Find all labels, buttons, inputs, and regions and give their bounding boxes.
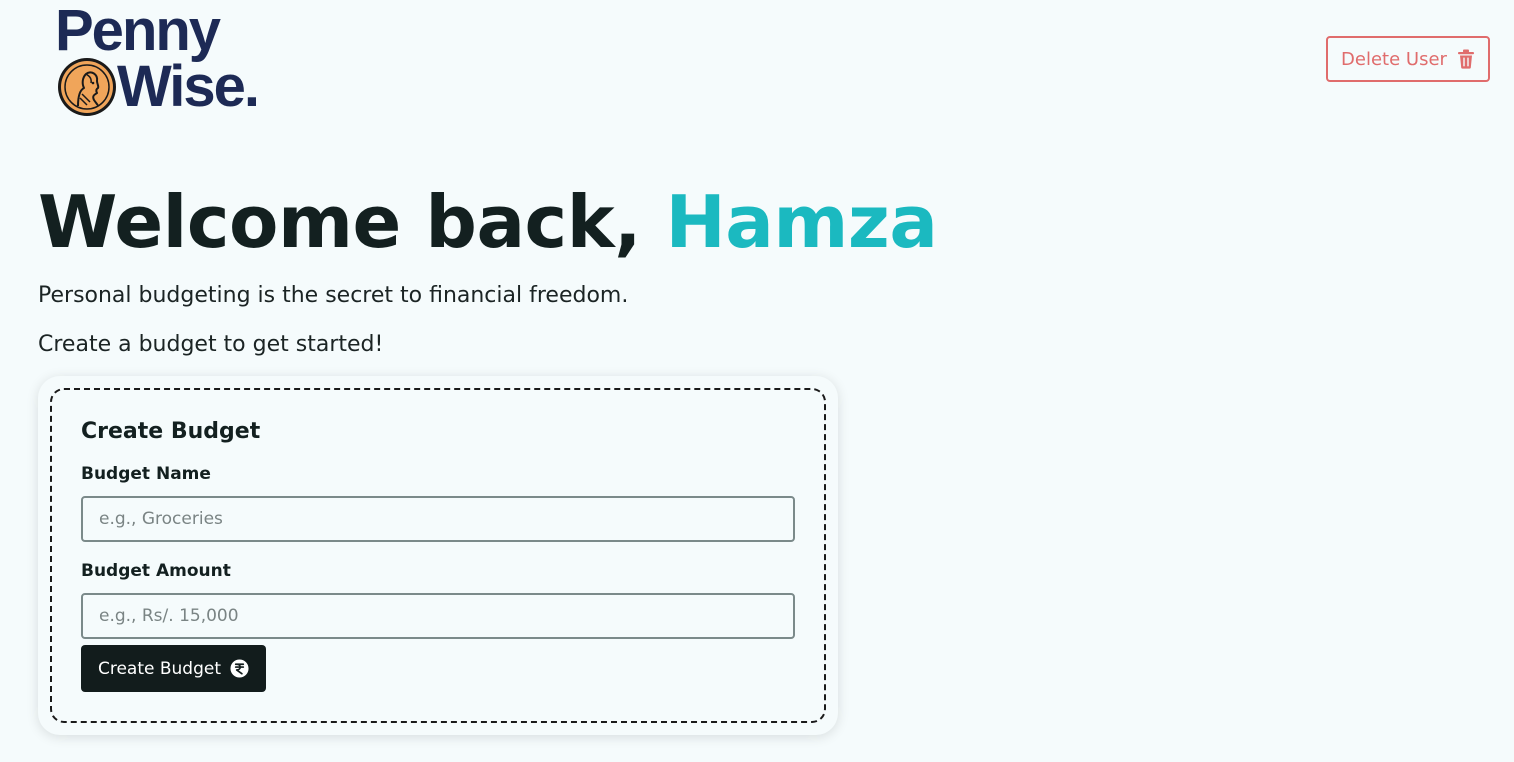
welcome-heading: Welcome back, Hamza <box>38 180 938 264</box>
budget-amount-label: Budget Amount <box>81 561 231 581</box>
welcome-prefix: Welcome back, <box>38 180 666 264</box>
page: Penny Wise. Delete User Welcome back, Ha… <box>0 0 1514 762</box>
logo-text-wise: Wise. <box>117 54 260 119</box>
budget-amount-input[interactable] <box>81 593 795 639</box>
create-budget-form: Create Budget Budget Name Budget Amount … <box>50 388 826 723</box>
penny-coin-icon <box>58 58 116 116</box>
create-budget-card: Create Budget Budget Name Budget Amount … <box>38 376 838 735</box>
tagline-text: Personal budgeting is the secret to fina… <box>38 283 629 308</box>
logo-text-penny: Penny <box>55 0 221 63</box>
form-title: Create Budget <box>81 419 261 444</box>
get-started-text: Create a budget to get started! <box>38 332 384 357</box>
currency-coin-icon <box>230 659 249 678</box>
user-name: Hamza <box>665 180 938 264</box>
delete-user-button[interactable]: Delete User <box>1326 36 1490 82</box>
trash-icon <box>1457 49 1474 69</box>
create-budget-button[interactable]: Create Budget <box>81 645 266 692</box>
app-logo[interactable]: Penny Wise. <box>55 2 285 120</box>
budget-name-label: Budget Name <box>81 464 211 484</box>
create-budget-label: Create Budget <box>97 658 222 679</box>
budget-name-input[interactable] <box>81 496 795 542</box>
delete-user-label: Delete User <box>1341 48 1447 70</box>
